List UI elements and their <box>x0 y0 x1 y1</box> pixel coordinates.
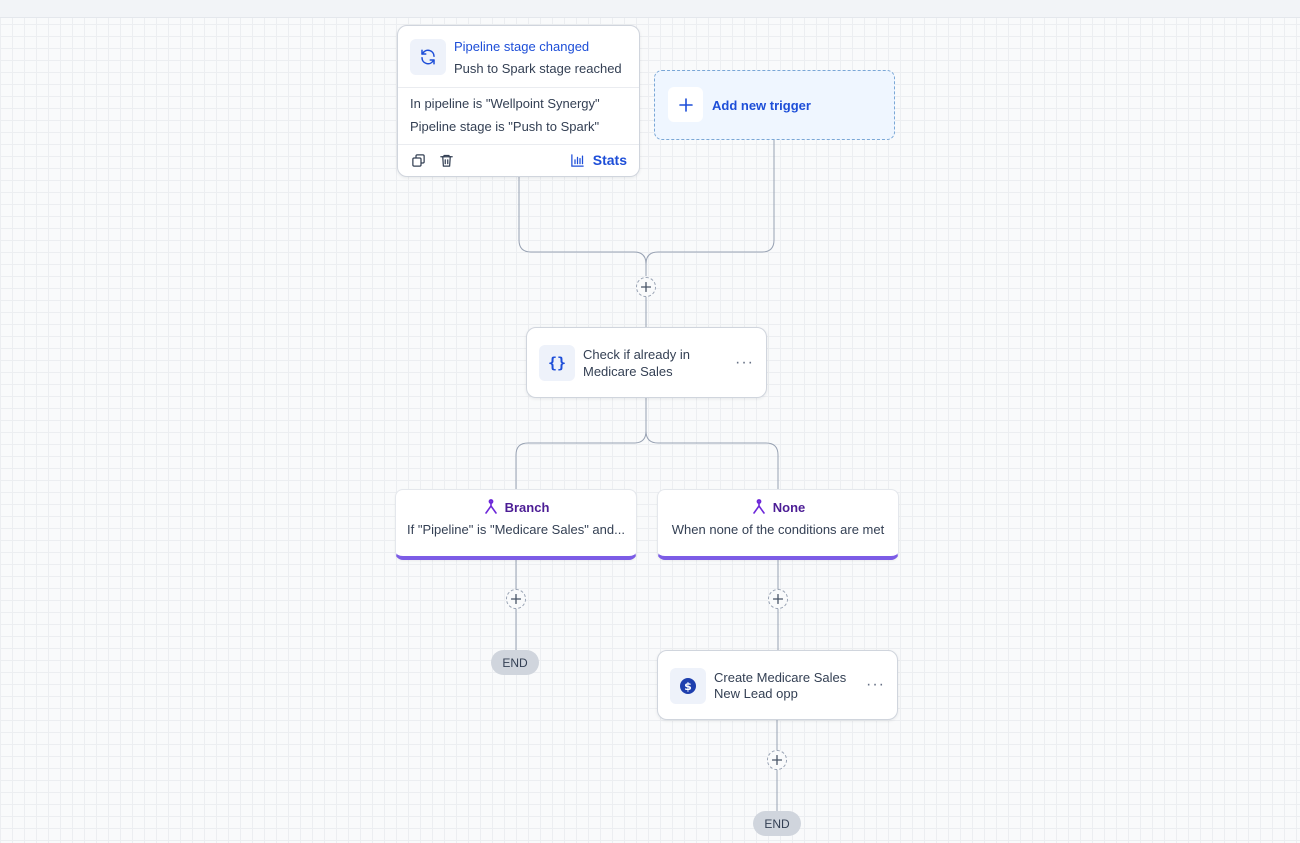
check-node-label-line1: Check if already in <box>583 347 690 362</box>
check-node-label-line2: Medicare Sales <box>583 364 673 379</box>
add-step-button[interactable] <box>636 277 656 297</box>
trigger-subtitle: Push to Spark stage reached <box>454 61 622 76</box>
trigger-condition-pipeline: In pipeline is "Wellpoint Synergy" <box>410 96 600 111</box>
end-badge-branch: END <box>491 650 539 675</box>
add-trigger-button[interactable]: Add new trigger <box>654 70 895 140</box>
trigger-footer-divider <box>398 144 639 145</box>
end-badge-none: END <box>753 811 801 836</box>
add-step-button-branch[interactable] <box>506 589 526 609</box>
plus-icon <box>668 87 703 122</box>
add-trigger-label: Add new trigger <box>712 98 811 113</box>
branch-title: Branch <box>504 499 550 515</box>
flow-connectors <box>515 140 779 811</box>
add-step-button-none[interactable] <box>768 589 788 609</box>
branch-card-none[interactable]: None When none of the conditions are met <box>657 489 899 560</box>
branch-icon <box>751 499 767 515</box>
branch-none-title: None <box>772 499 806 515</box>
trigger-card[interactable]: Pipeline stage changed Push to Spark sta… <box>397 25 640 177</box>
trigger-title: Pipeline stage changed <box>454 39 590 54</box>
bar-chart-icon <box>570 153 585 168</box>
stats-label: Stats <box>592 152 627 168</box>
code-braces-icon: {} <box>539 345 575 381</box>
trash-icon[interactable] <box>438 152 454 168</box>
create-opportunity-node[interactable]: $ Create Medicare Sales New Lead opp ··· <box>657 650 898 720</box>
trigger-condition-stage: Pipeline stage is "Push to Spark" <box>410 119 600 134</box>
create-node-label-line2: New Lead opp <box>714 686 798 701</box>
more-options-icon[interactable]: ··· <box>735 355 754 371</box>
trigger-divider <box>398 87 639 88</box>
create-node-label-line1: Create Medicare Sales <box>714 670 847 685</box>
add-step-button-after-create[interactable] <box>767 750 787 770</box>
branch-card-medicare[interactable]: Branch If "Pipeline" is "Medicare Sales"… <box>395 489 637 560</box>
dollar-icon: $ <box>670 668 706 704</box>
copy-icon[interactable] <box>410 152 426 168</box>
more-options-icon[interactable]: ··· <box>866 677 885 693</box>
stats-button[interactable]: Stats <box>570 152 627 168</box>
check-node[interactable]: {} Check if already in Medicare Sales ··… <box>526 327 767 398</box>
refresh-icon <box>410 39 446 75</box>
svg-text:$: $ <box>684 680 692 693</box>
branch-description: If "Pipeline" is "Medicare Sales" and... <box>407 522 625 537</box>
branch-none-description: When none of the conditions are met <box>671 522 885 537</box>
branch-icon <box>483 499 499 515</box>
